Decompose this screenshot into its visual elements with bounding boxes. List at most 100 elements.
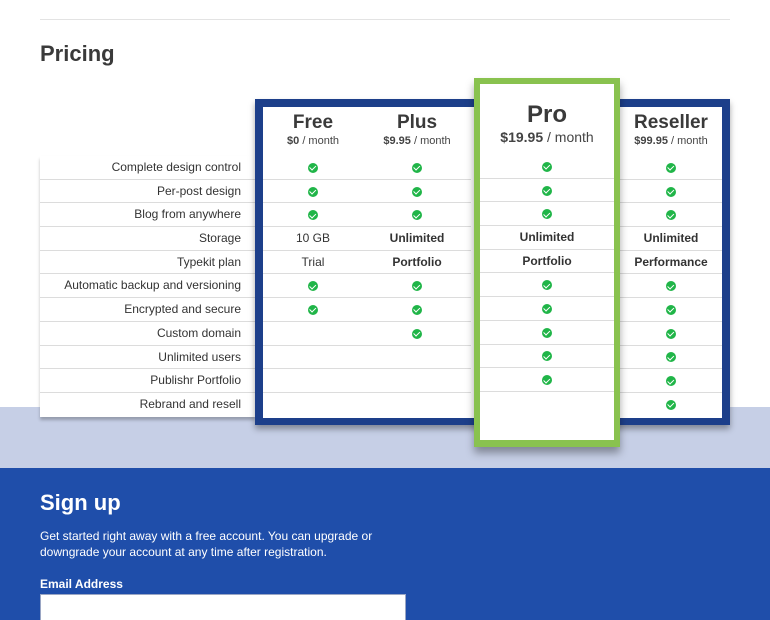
plan-cell: [620, 180, 722, 204]
check-circle-icon: [542, 280, 552, 291]
plan-cell: [363, 346, 471, 370]
check-circle-icon: [666, 328, 676, 339]
check-circle-icon: [308, 304, 318, 315]
plan-cell: [363, 156, 471, 180]
email-label: Email Address: [40, 577, 123, 591]
plan-cell: [363, 322, 471, 346]
plan-cell: [263, 180, 363, 204]
check-circle-icon: [412, 304, 422, 315]
plan-cell: [480, 273, 614, 298]
plan-column-pro: Pro $19.95 / month Unlimited Portfolio: [480, 84, 614, 440]
feature-label: Storage: [40, 227, 255, 251]
plan-cell: [263, 346, 363, 370]
plan-cell-value: Unlimited: [389, 231, 445, 246]
check-circle-icon: [666, 352, 676, 363]
plan-cell: Portfolio: [363, 251, 471, 275]
plan-cell: Unlimited: [363, 227, 471, 251]
check-circle-icon: [666, 186, 676, 197]
check-circle-icon: [308, 162, 318, 173]
check-circle-icon: [542, 185, 552, 196]
plan-cell: [480, 321, 614, 345]
plan-cell: [620, 298, 722, 322]
plan-period: / month: [413, 135, 451, 147]
plan-column-plus: Plus $9.95 / month Unlimited Portfolio: [363, 107, 471, 417]
email-input[interactable]: [40, 594, 406, 620]
signup-description: Get started right away with a free accou…: [40, 529, 373, 559]
feature-label: Encrypted and secure: [40, 298, 255, 322]
plan-price-line: $9.95 / month: [363, 134, 471, 148]
plan-cell: [480, 202, 614, 227]
plan-header-reseller: Reseller $99.95 / month: [620, 107, 722, 156]
plan-period: / month: [547, 129, 594, 145]
feature-label: Publishr Portfolio: [40, 369, 255, 393]
plan-header-plus: Plus $9.95 / month: [363, 107, 471, 156]
signup-title: Sign up: [40, 490, 121, 515]
plan-cell-value: Portfolio: [522, 253, 572, 268]
feature-labels: Complete design control Per-post design Bl…: [40, 156, 255, 417]
plan-cell: 10 GB: [263, 227, 363, 251]
plan-cell: [263, 393, 363, 417]
check-circle-icon: [666, 376, 676, 387]
plan-cell: [263, 322, 363, 346]
plan-cell: [263, 298, 363, 322]
check-circle-icon: [412, 210, 422, 221]
plan-column-free: Free $0 / month 10 GB Trial: [263, 107, 363, 417]
plan-cell: [363, 274, 471, 299]
check-circle-icon: [542, 375, 552, 386]
check-circle-icon: [542, 303, 552, 314]
plan-cell-value: Trial: [301, 254, 325, 269]
plan-cell: [620, 369, 722, 393]
plan-cell-value: 10 GB: [295, 231, 331, 246]
plan-cell: [480, 179, 614, 203]
plan-cell: [363, 393, 471, 417]
plan-cell: [620, 346, 722, 370]
plan-cell: [480, 392, 614, 416]
plan-name: Pro: [526, 101, 567, 128]
feature-label: Unlimited users: [40, 346, 255, 370]
plan-column-reseller: Reseller $99.95 / month Unlimited Performan…: [620, 107, 722, 417]
plan-cell: [620, 203, 722, 228]
plan-cell-value: Unlimited: [643, 231, 699, 246]
check-circle-icon: [666, 210, 676, 221]
plan-cell: Trial: [263, 251, 363, 275]
plan-price-line: $0 / month: [263, 134, 363, 148]
feature-label: Custom domain: [40, 322, 255, 346]
check-circle-icon: [542, 209, 552, 220]
plan-column-pro-highlight: Pro $19.95 / month Unlimited Portfolio: [474, 78, 620, 447]
check-circle-icon: [412, 281, 422, 292]
plan-cell: [263, 274, 363, 299]
plan-cell: [363, 203, 471, 228]
check-circle-icon: [308, 210, 318, 221]
plan-price: $19.95: [500, 129, 544, 145]
plan-cell: Unlimited: [620, 227, 722, 251]
check-circle-icon: [666, 399, 676, 410]
plan-price-line: $99.95 / month: [620, 134, 722, 148]
plan-cell: Portfolio: [480, 250, 614, 274]
check-circle-icon: [666, 281, 676, 292]
plan-cell: [263, 203, 363, 228]
plan-cell: [620, 156, 722, 180]
plan-cell: [263, 369, 363, 393]
plan-price: $9.95: [383, 135, 411, 147]
plan-price: $0: [287, 135, 300, 147]
plan-name: Plus: [396, 112, 438, 133]
plan-cell: [480, 155, 614, 179]
check-circle-icon: [666, 304, 676, 315]
check-circle-icon: [412, 186, 422, 197]
plan-cell: [480, 345, 614, 369]
plan-name: Reseller: [634, 112, 708, 133]
feature-label: Rebrand and resell: [139, 396, 241, 411]
feature-label: Per-post design: [40, 180, 255, 204]
check-circle-icon: [412, 328, 422, 339]
plan-cell: [620, 274, 722, 299]
plan-cell: [263, 156, 363, 180]
plan-cell-value: Unlimited: [519, 230, 575, 245]
feature-label: Automatic backup and versioning: [40, 274, 255, 299]
plan-cell: [620, 322, 722, 346]
plan-header-pro: Pro $19.95 / month: [480, 84, 614, 155]
check-circle-icon: [308, 281, 318, 292]
plan-name: Free: [292, 112, 334, 133]
check-circle-icon: [542, 327, 552, 338]
plan-cell: [480, 368, 614, 392]
feature-label: Complete design control: [40, 156, 255, 180]
